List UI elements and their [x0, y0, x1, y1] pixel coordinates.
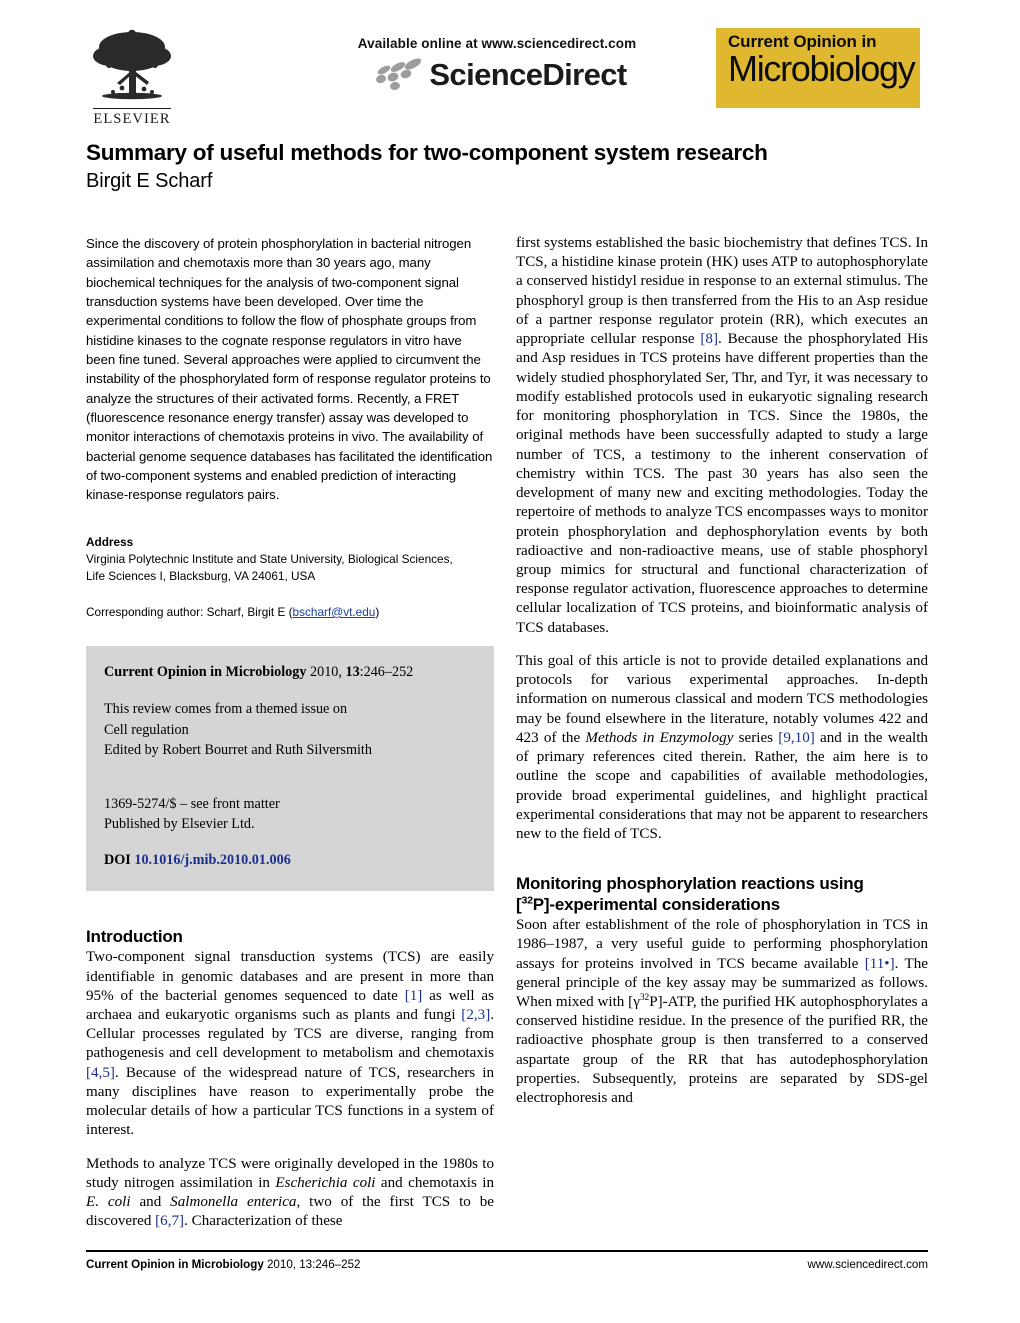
author-name: Birgit E Scharf [86, 170, 213, 192]
intro-p2-b: and chemotaxis in [375, 1174, 495, 1191]
footer-citation: Current Opinion in Microbiology 2010, 13… [86, 1258, 360, 1271]
citation-line: Current Opinion in Microbiology 2010, 13… [104, 662, 476, 683]
species-salmonella-enterica: Salmonella enterica [170, 1194, 297, 1211]
section-heading-superscript-32: 32 [521, 894, 533, 906]
citation-pages: :246–252 [359, 663, 414, 680]
right-p1-b: . Because the phosphorylated His and Asp… [516, 331, 928, 636]
address-heading: Address [86, 534, 134, 549]
citation-box: Current Opinion in Microbiology 2010, 13… [86, 645, 494, 891]
elsevier-logo: ELSEVIER [86, 27, 178, 132]
corresponding-suffix: ) [375, 604, 380, 619]
right-paragraph-2: This goal of this article is not to prov… [516, 652, 928, 844]
front-matter-block: 1369-5274/$ – see front matter Published… [104, 794, 476, 835]
intro-paragraph-1: Two-component signal transduction system… [86, 948, 494, 1140]
left-column: Since the discovery of protein phosphory… [86, 234, 494, 1232]
species-escherichia-coli: Escherichia coli [275, 1174, 376, 1191]
themed-line-1: This review comes from a themed issue on [104, 701, 348, 718]
page-title: Summary of useful methods for two-compon… [86, 140, 768, 165]
address-line-1: Virginia Polytechnic Institute and State… [86, 551, 453, 566]
doi-block: DOI 10.1016/j.mib.2010.01.006 [104, 850, 476, 870]
reference-link-9-10[interactable]: [9,10] [778, 730, 814, 746]
front-matter-line-1: 1369-5274/$ – see front matter [104, 795, 280, 812]
corresponding-prefix: Corresponding author: Scharf, Birgit E ( [86, 604, 293, 619]
right-p3-c: P]-ATP, the purified HK autophosphorylat… [516, 993, 928, 1107]
footer-divider [86, 1250, 928, 1252]
corresponding-email-link[interactable]: bscharf@vt.edu [293, 605, 376, 619]
doi-label: DOI [104, 852, 131, 869]
reference-link-11[interactable]: [11•] [865, 956, 895, 972]
themed-line-3: Edited by Robert Bourret and Ruth Silver… [104, 742, 372, 759]
right-paragraph-3: Soon after establishment of the role of … [516, 916, 928, 1108]
intro-paragraph-2: Methods to analyze TCS were originally d… [86, 1155, 494, 1232]
right-column: first systems established the basic bioc… [516, 234, 928, 1108]
intro-p1-d: . Because of the widespread nature of TC… [86, 1064, 494, 1139]
corresponding-author: Corresponding author: Scharf, Birgit E (… [86, 604, 494, 621]
sciencedirect-swoosh-icon [376, 58, 422, 91]
sciencedirect-logo: ScienceDirect [337, 57, 657, 91]
reference-link-2-3[interactable]: [2,3] [461, 1007, 490, 1023]
elsevier-tree-icon [93, 29, 171, 100]
section-heading-line-2: P]-experimental considerations [532, 894, 780, 914]
themed-line-2: Cell regulation [104, 721, 189, 738]
intro-p2-e: . Characterization of these [184, 1213, 343, 1230]
title-block: Summary of useful methods for two-compon… [86, 139, 926, 194]
introduction-section: Introduction Two-component signal transd… [86, 927, 494, 1232]
intro-p2-c: and [130, 1194, 171, 1211]
section-heading-introduction: Introduction [86, 926, 183, 946]
superscript-32: 32 [639, 992, 650, 1003]
right-paragraph-1: first systems established the basic bioc… [516, 234, 928, 638]
journal-badge: Current Opinion in Microbiology [716, 28, 920, 108]
footer-journal-name: Current Opinion in Microbiology [86, 1258, 264, 1271]
address-line-2: Life Sciences I, Blacksburg, VA 24061, U… [86, 568, 316, 583]
doi-link[interactable]: 10.1016/j.mib.2010.01.006 [134, 852, 290, 868]
citation-year: 2010, [306, 663, 346, 680]
abstract-text: Since the discovery of protein phosphory… [86, 236, 493, 503]
masthead: ELSEVIER Available online at www.science… [0, 0, 1020, 128]
section-heading-monitoring-phosphorylation: Monitoring phosphorylation reactions usi… [516, 874, 928, 915]
citation-journal: Current Opinion in Microbiology [104, 663, 307, 680]
paper-page: ELSEVIER Available online at www.science… [0, 0, 1020, 1323]
species-e-coli: E. coli [86, 1194, 131, 1211]
footer: Current Opinion in Microbiology 2010, 13… [86, 1258, 928, 1271]
sciencedirect-wordmark: ScienceDirect [429, 56, 627, 92]
elsevier-wordmark: ELSEVIER [93, 108, 171, 128]
reference-link-6-7[interactable]: [6,7] [155, 1213, 184, 1229]
sciencedirect-block: Available online at www.sciencedirect.co… [337, 36, 657, 91]
reference-link-8[interactable]: [8] [700, 331, 718, 347]
reference-link-1[interactable]: [1] [405, 988, 423, 1004]
journal-badge-line2: Microbiology [728, 47, 916, 89]
front-matter-line-2: Published by Elsevier Ltd. [104, 816, 255, 833]
journal-methods-in-enzymology: Methods in Enzymology [585, 729, 734, 746]
footer-website[interactable]: www.sciencedirect.com [808, 1258, 928, 1271]
right-p2-b: series [733, 729, 779, 746]
citation-volume: 13 [345, 663, 360, 680]
right-p2-c: and in the wealth of primary references … [516, 729, 928, 843]
reference-link-4-5[interactable]: [4,5] [86, 1065, 115, 1081]
footer-journal-rest: 2010, 13:246–252 [263, 1258, 361, 1271]
section-heading-line-1: Monitoring phosphorylation reactions usi… [516, 874, 864, 894]
available-online-text: Available online at www.sciencedirect.co… [357, 36, 637, 51]
themed-issue-block: This review comes from a themed issue on… [104, 699, 476, 760]
